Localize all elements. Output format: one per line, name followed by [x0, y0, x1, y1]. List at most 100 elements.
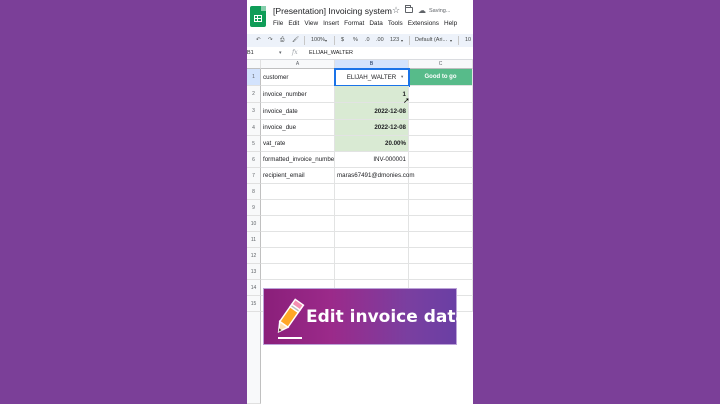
empty-cell[interactable]	[261, 184, 335, 200]
cell-c5[interactable]	[409, 136, 473, 152]
row-header-empty	[247, 312, 261, 404]
move-folder-icon[interactable]	[405, 5, 413, 13]
menu-view[interactable]: View	[304, 20, 318, 27]
row-header[interactable]: 12	[247, 248, 261, 264]
cell-b6-value[interactable]: INV-000001	[335, 152, 409, 168]
row-header[interactable]: 9	[247, 200, 261, 216]
font-chevron-down-icon[interactable]: ▾	[450, 36, 452, 45]
row-header[interactable]: 7	[247, 168, 261, 184]
paint-format-icon[interactable]: 🖌	[292, 36, 299, 45]
cell-a5-label[interactable]: vat_rate	[261, 136, 335, 152]
cell-a7-label[interactable]: recipient_email	[261, 168, 335, 184]
select-all-corner[interactable]	[247, 60, 261, 69]
empty-cell[interactable]	[261, 200, 335, 216]
menu-file[interactable]: File	[273, 20, 283, 27]
cell-c7[interactable]	[409, 168, 473, 184]
zoom-select[interactable]: 100%	[311, 36, 325, 45]
empty-cell[interactable]	[409, 264, 473, 280]
decrease-decimal-button[interactable]: .0	[365, 36, 370, 45]
cell-b4-value[interactable]: 2022-12-08	[335, 120, 409, 136]
empty-cell[interactable]	[261, 264, 335, 280]
cloud-sync-icon: ☁	[418, 6, 426, 15]
empty-cell[interactable]	[409, 216, 473, 232]
font-select[interactable]: Default (Ari...	[415, 36, 447, 45]
row-header[interactable]: 13	[247, 264, 261, 280]
empty-cell[interactable]	[335, 264, 409, 280]
empty-cell[interactable]	[335, 200, 409, 216]
sheets-logo-icon[interactable]	[250, 6, 266, 27]
row-header[interactable]: 11	[247, 232, 261, 248]
star-icon[interactable]: ☆	[392, 5, 400, 16]
cell-b3-value[interactable]: 2022-12-08	[335, 103, 409, 120]
document-title[interactable]: [Presentation] Invoicing system	[273, 6, 392, 16]
name-box-chevron-down-icon[interactable]: ▾	[279, 50, 282, 56]
cell-b5-value[interactable]: 20.00%	[335, 136, 409, 152]
row-header[interactable]: 4	[247, 120, 261, 136]
row-header[interactable]: 8	[247, 184, 261, 200]
empty-cell[interactable]	[261, 216, 335, 232]
toolbar-divider	[409, 36, 410, 45]
row-header[interactable]: 10	[247, 216, 261, 232]
empty-cell[interactable]	[335, 184, 409, 200]
cell-c4[interactable]	[409, 120, 473, 136]
redo-icon[interactable]: ↷	[268, 36, 273, 45]
formula-bar: B1 ▾ fx ELIJAH_WALTER	[247, 47, 473, 60]
cell-b7-value[interactable]: maras67491@dmonies.com	[335, 168, 414, 184]
cell-a1-customer-label[interactable]: customer	[261, 69, 335, 86]
undo-icon[interactable]: ↶	[256, 36, 261, 45]
menu-edit[interactable]: Edit	[288, 20, 299, 27]
cell-a6-label[interactable]: formatted_invoice_number	[261, 152, 335, 168]
sheet-grid: A B C 1 2 3 4 5 6 7 8 9 10 11 12 13 14 1…	[247, 60, 473, 404]
pencil-icon	[277, 298, 305, 339]
cell-c6[interactable]	[409, 152, 473, 168]
edit-invoice-banner: Edit invoice data	[263, 288, 467, 345]
fx-icon: fx	[292, 49, 298, 56]
menu-extensions[interactable]: Extensions	[408, 20, 439, 27]
menu-tools[interactable]: Tools	[388, 20, 403, 27]
row-header[interactable]: 14	[247, 280, 261, 296]
status-badge: Good to go	[409, 69, 473, 86]
more-formats-chevron-down-icon[interactable]: ▾	[401, 36, 403, 45]
increase-decimal-button[interactable]: .00	[376, 36, 384, 45]
formula-input[interactable]: ELIJAH_WALTER	[309, 50, 353, 56]
empty-cell[interactable]	[335, 232, 409, 248]
menu-format[interactable]: Format	[344, 20, 364, 27]
empty-cell[interactable]	[409, 248, 473, 264]
row-header[interactable]: 15	[247, 296, 261, 312]
zoom-chevron-down-icon[interactable]: ▾	[325, 36, 327, 45]
active-cell-outline	[334, 68, 410, 87]
empty-cell[interactable]	[409, 232, 473, 248]
row-header[interactable]: 5	[247, 136, 261, 152]
menu-bar: File Edit View Insert Format Data Tools …	[273, 20, 457, 27]
toolbar: ↶ ↷ ⎙ 🖌 100% ▾ $ % .0 .00 123 ▾ Default …	[247, 34, 473, 47]
empty-cell[interactable]	[335, 216, 409, 232]
percent-format-button[interactable]: %	[353, 36, 358, 45]
menu-insert[interactable]: Insert	[323, 20, 339, 27]
cell-a3-label[interactable]: invoice_date	[261, 103, 335, 120]
empty-cell[interactable]	[335, 248, 409, 264]
cell-c2[interactable]	[409, 86, 473, 103]
row-header[interactable]: 3	[247, 103, 261, 120]
column-header-a[interactable]: A	[261, 60, 335, 69]
empty-cell[interactable]	[261, 248, 335, 264]
currency-format-button[interactable]: $	[341, 36, 344, 45]
cell-a2-label[interactable]: invoice_number	[261, 86, 335, 103]
menu-data[interactable]: Data	[369, 20, 383, 27]
cell-a4-label[interactable]: invoice_due	[261, 120, 335, 136]
title-bar: [Presentation] Invoicing system ☆ ☁ Savi…	[247, 0, 473, 34]
empty-cell[interactable]	[261, 232, 335, 248]
row-header[interactable]: 1	[247, 69, 261, 86]
row-header[interactable]: 6	[247, 152, 261, 168]
empty-cell[interactable]	[409, 184, 473, 200]
row-header[interactable]: 2	[247, 86, 261, 103]
print-icon[interactable]: ⎙	[280, 36, 284, 45]
menu-help[interactable]: Help	[444, 20, 457, 27]
cell-c3[interactable]	[409, 103, 473, 120]
empty-cell[interactable]	[409, 200, 473, 216]
font-size-select[interactable]: 10	[465, 36, 471, 45]
banner-label: Edit invoice data	[306, 307, 467, 327]
dropdown-chevron-down-icon[interactable]: ▾	[401, 74, 403, 80]
more-formats-button[interactable]: 123	[390, 36, 399, 45]
column-header-c[interactable]: C	[409, 60, 473, 69]
cell-b2-value[interactable]: 1	[335, 86, 409, 103]
